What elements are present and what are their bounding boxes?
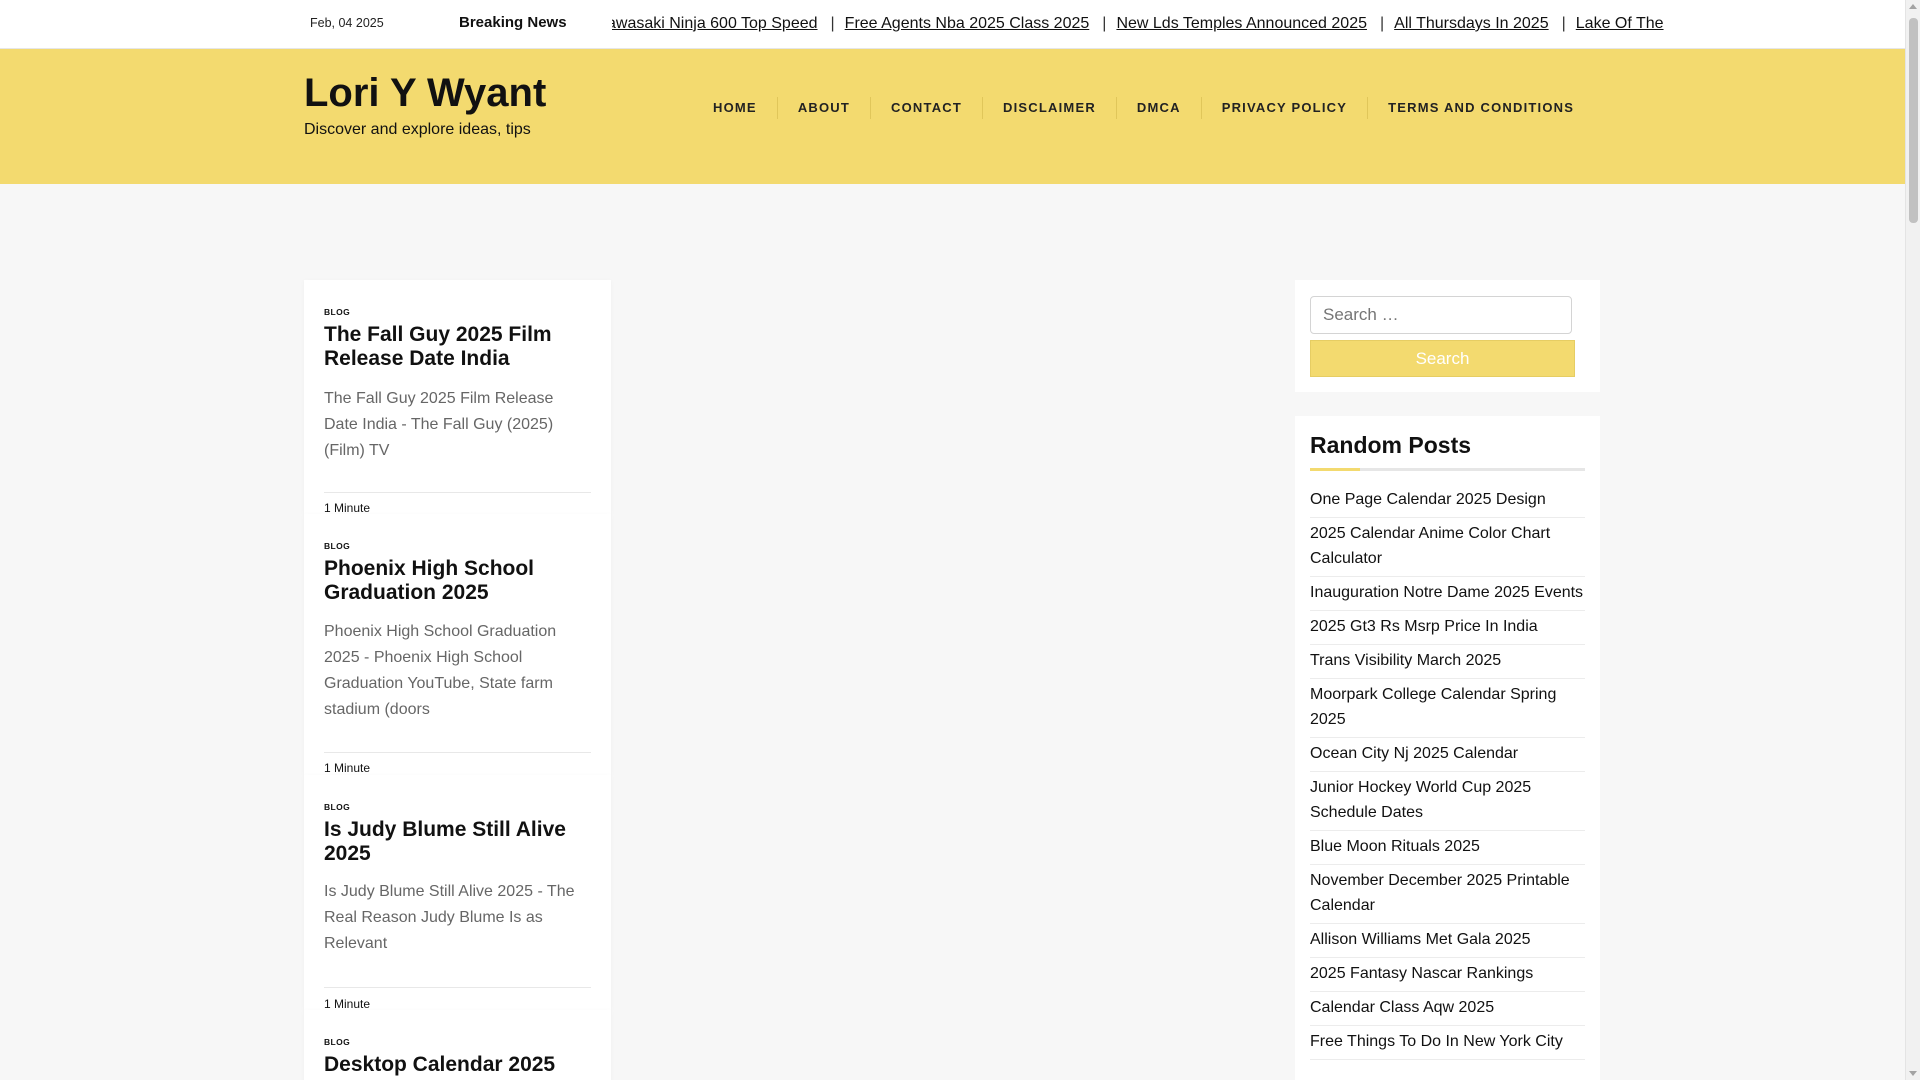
- random-post-link[interactable]: Inauguration Notre Dame 2025 Events: [1310, 577, 1585, 611]
- site-description: Discover and explore ideas, tips: [304, 121, 531, 138]
- post-read-time: 1 Minute: [324, 997, 371, 1011]
- random-post-link[interactable]: Trans Visibility March 2025: [1310, 645, 1585, 679]
- post-divider: [324, 987, 591, 988]
- random-post-link[interactable]: One Page Calendar 2025 Design: [1310, 484, 1585, 518]
- random-posts-list: One Page Calendar 2025 Design 2025 Calen…: [1310, 484, 1585, 1060]
- random-post-link[interactable]: 2025 Calendar Anime Color Chart Calculat…: [1310, 518, 1585, 577]
- random-post-link[interactable]: Moorpark College Calendar Spring 2025: [1310, 679, 1585, 738]
- ticker-separator: |: [1561, 15, 1566, 32]
- site-title[interactable]: Lori Y Wyant: [304, 71, 546, 116]
- ticker-separator: |: [1102, 15, 1107, 32]
- post-excerpt: Is Judy Blume Still Alive 2025 - The Rea…: [324, 883, 575, 952]
- post-card: BLOG The Fall Guy 2025 Film Release Date…: [304, 280, 611, 515]
- breaking-news-label: Breaking News: [459, 14, 567, 31]
- ticker-link[interactable]: New Lds Temples Announced 2025: [1116, 15, 1367, 33]
- scroll-up-arrow-icon[interactable]: [1909, 4, 1917, 9]
- random-post-link[interactable]: Allison Williams Met Gala 2025: [1310, 924, 1585, 958]
- post-category[interactable]: BLOG: [324, 1037, 350, 1047]
- current-date: Feb, 04 2025: [310, 16, 384, 30]
- page-scrollbar[interactable]: [1905, 0, 1920, 1080]
- search-widget: Search: [1295, 280, 1600, 392]
- nav-privacy-policy[interactable]: PRIVACY POLICY: [1200, 97, 1367, 119]
- post-card: BLOG Desktop Calendar 2025: [304, 1010, 611, 1080]
- ticker-separator: |: [1379, 15, 1385, 32]
- random-posts-heading: Random Posts: [1310, 432, 1472, 458]
- main-nav: HOME ABOUT CONTACT DISCLAIMER DMCA PRIVA…: [693, 97, 1594, 119]
- post-read-time: 1 Minute: [324, 761, 371, 775]
- random-post-link[interactable]: Ocean City Nj 2025 Calendar: [1310, 738, 1585, 772]
- ticker-link[interactable]: awasaki Ninja 600 Top Speed: [612, 15, 818, 33]
- post-category[interactable]: BLOG: [324, 802, 350, 812]
- random-post-link[interactable]: November December 2025 Printable Calenda…: [1310, 865, 1585, 924]
- post-category[interactable]: BLOG: [324, 307, 350, 317]
- site-header: Lori Y Wyant Discover and explore ideas,…: [0, 49, 1905, 184]
- nav-contact[interactable]: CONTACT: [870, 97, 982, 119]
- ticker-link[interactable]: All Thursdays In 2025: [1394, 15, 1548, 33]
- ticker-link[interactable]: Free Agents Nba 2025 Class 2025: [845, 15, 1090, 33]
- nav-terms-and-conditions[interactable]: TERMS AND CONDITIONS: [1367, 97, 1594, 119]
- ticker-separator: |: [830, 15, 835, 32]
- post-title[interactable]: The Fall Guy 2025 Film Release Date Indi…: [324, 323, 594, 371]
- post-excerpt: Phoenix High School Graduation 2025 - Ph…: [324, 623, 557, 718]
- ticker-link[interactable]: Lake Of The: [1576, 15, 1664, 33]
- nav-dmca[interactable]: DMCA: [1115, 97, 1201, 119]
- post-title[interactable]: Desktop Calendar 2025: [324, 1053, 594, 1077]
- post-divider: [324, 492, 591, 493]
- nav-disclaimer[interactable]: DISCLAIMER: [982, 97, 1116, 119]
- random-post-link[interactable]: Free Things To Do In New York City: [1310, 1026, 1585, 1060]
- scroll-down-arrow-icon[interactable]: [1909, 1071, 1917, 1076]
- random-post-link[interactable]: Blue Moon Rituals 2025: [1310, 831, 1585, 865]
- post-excerpt: The Fall Guy 2025 Film Release Date Indi…: [324, 390, 554, 459]
- scrollbar-thumb[interactable]: [1909, 18, 1918, 223]
- random-posts-widget: Random Posts One Page Calendar 2025 Desi…: [1295, 416, 1600, 1080]
- heading-underline-accent: [1310, 468, 1360, 471]
- random-post-link[interactable]: Calendar Class Aqw 2025: [1310, 992, 1585, 1026]
- search-input[interactable]: [1310, 296, 1572, 334]
- post-title[interactable]: Is Judy Blume Still Alive 2025: [324, 818, 594, 866]
- random-post-link[interactable]: 2025 Fantasy Nascar Rankings: [1310, 958, 1585, 992]
- random-post-link[interactable]: Junior Hockey World Cup 2025 Schedule Da…: [1310, 772, 1585, 831]
- nav-home[interactable]: HOME: [693, 97, 777, 119]
- post-card: BLOG Phoenix High School Graduation 2025…: [304, 514, 611, 775]
- page: Feb, 04 2025 Breaking News awasaki Ninja…: [0, 0, 1905, 1080]
- random-post-link[interactable]: 2025 Gt3 Rs Msrp Price In India: [1310, 611, 1585, 645]
- post-read-time: 1 Minute: [324, 501, 371, 515]
- nav-about[interactable]: ABOUT: [776, 97, 870, 119]
- post-card: BLOG Is Judy Blume Still Alive 2025 Is J…: [304, 775, 611, 1011]
- post-divider: [324, 752, 591, 753]
- search-button[interactable]: Search: [1310, 340, 1575, 377]
- post-category[interactable]: BLOG: [324, 541, 350, 551]
- post-title[interactable]: Phoenix High School Graduation 2025: [324, 557, 594, 605]
- breaking-news-ticker: awasaki Ninja 600 Top Speed | Free Agents …: [612, 0, 1672, 49]
- top-bar: Feb, 04 2025 Breaking News awasaki Ninja…: [0, 0, 1905, 49]
